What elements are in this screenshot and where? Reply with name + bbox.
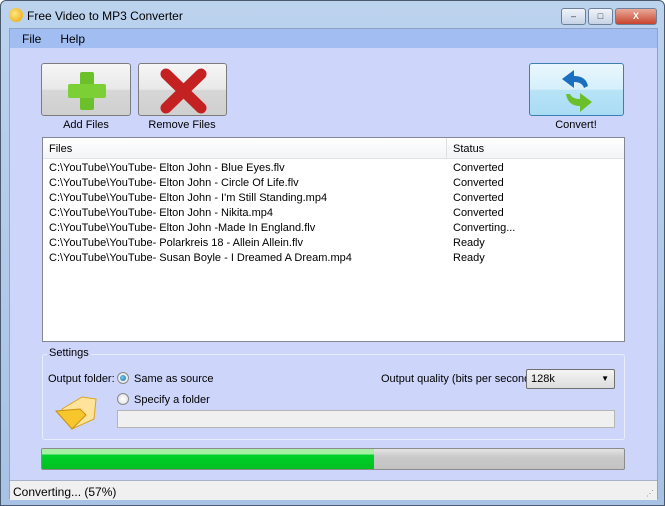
maximize-button[interactable]: □	[588, 8, 613, 25]
menu-bar: File Help	[10, 29, 657, 48]
client-area: File Help Add Files Remove Files Convert…	[9, 28, 658, 500]
status-cell: Ready	[453, 237, 485, 249]
app-window: Free Video to MP3 Converter – □ X File H…	[0, 0, 665, 506]
status-cell: Converting...	[453, 222, 516, 234]
status-bar: Converting... (57%) ⋰	[10, 480, 657, 500]
dropdown-arrow-icon: ▼	[601, 374, 609, 383]
file-cell: C:\YouTube\YouTube- Elton John - Circle …	[49, 177, 299, 189]
file-list[interactable]: Files Status C:\YouTube\YouTube- Elton J…	[42, 137, 625, 342]
settings-title: Settings	[47, 347, 91, 359]
convert-label: Convert!	[555, 119, 597, 131]
remove-files-button[interactable]	[138, 63, 227, 116]
plus-icon	[68, 72, 106, 110]
same-as-source-radio[interactable]	[117, 372, 129, 384]
quality-select[interactable]: 128k ▼	[526, 369, 615, 389]
add-files-label: Add Files	[63, 119, 109, 131]
status-text: Converting... (57%)	[13, 485, 117, 499]
specify-folder-label[interactable]: Specify a folder	[134, 394, 210, 406]
x-icon	[160, 68, 207, 114]
table-row[interactable]: C:\YouTube\YouTube- Elton John - Circle …	[43, 176, 624, 191]
same-as-source-label[interactable]: Same as source	[134, 373, 213, 385]
folder-path-input[interactable]	[117, 410, 615, 428]
menu-help[interactable]: Help	[60, 32, 85, 46]
app-icon	[9, 8, 23, 22]
table-row[interactable]: C:\YouTube\YouTube- Polarkreis 18 - Alle…	[43, 236, 624, 251]
progress-bar	[41, 448, 625, 470]
table-row[interactable]: C:\YouTube\YouTube- Elton John - Nikita.…	[43, 206, 624, 221]
output-folder-label: Output folder:	[48, 373, 115, 385]
table-row[interactable]: C:\YouTube\YouTube- Susan Boyle - I Drea…	[43, 251, 624, 266]
specify-folder-radio[interactable]	[117, 393, 129, 405]
folder-icon	[54, 396, 97, 430]
progress-fill	[42, 449, 374, 469]
status-cell: Ready	[453, 252, 485, 264]
file-cell: C:\YouTube\YouTube- Elton John - I'm Sti…	[49, 192, 328, 204]
status-cell: Converted	[453, 192, 504, 204]
file-cell: C:\YouTube\YouTube- Susan Boyle - I Drea…	[49, 252, 352, 264]
column-header-status[interactable]: Status	[447, 138, 490, 158]
table-row[interactable]: C:\YouTube\YouTube- Elton John - Blue Ey…	[43, 161, 624, 176]
table-row[interactable]: C:\YouTube\YouTube- Elton John - I'm Sti…	[43, 191, 624, 206]
quality-value: 128k	[531, 373, 555, 385]
file-cell: C:\YouTube\YouTube- Elton John - Nikita.…	[49, 207, 274, 219]
convert-arrows-icon	[562, 70, 592, 112]
window-title: Free Video to MP3 Converter	[27, 9, 183, 23]
convert-button[interactable]	[529, 63, 624, 116]
close-button[interactable]: X	[615, 8, 657, 25]
status-cell: Converted	[453, 177, 504, 189]
file-cell: C:\YouTube\YouTube- Elton John - Blue Ey…	[49, 162, 285, 174]
quality-label: Output quality (bits per second):	[381, 373, 537, 385]
status-cell: Converted	[453, 162, 504, 174]
file-cell: C:\YouTube\YouTube- Polarkreis 18 - Alle…	[49, 237, 303, 249]
remove-files-label: Remove Files	[148, 119, 216, 131]
minimize-button[interactable]: –	[561, 8, 586, 25]
menu-file[interactable]: File	[22, 32, 41, 46]
add-files-button[interactable]	[41, 63, 131, 116]
column-header-files[interactable]: Files	[43, 138, 447, 158]
resize-grip-icon[interactable]: ⋰	[646, 489, 654, 498]
file-cell: C:\YouTube\YouTube- Elton John -Made In …	[49, 222, 316, 234]
table-row[interactable]: C:\YouTube\YouTube- Elton John -Made In …	[43, 221, 624, 236]
status-cell: Converted	[453, 207, 504, 219]
